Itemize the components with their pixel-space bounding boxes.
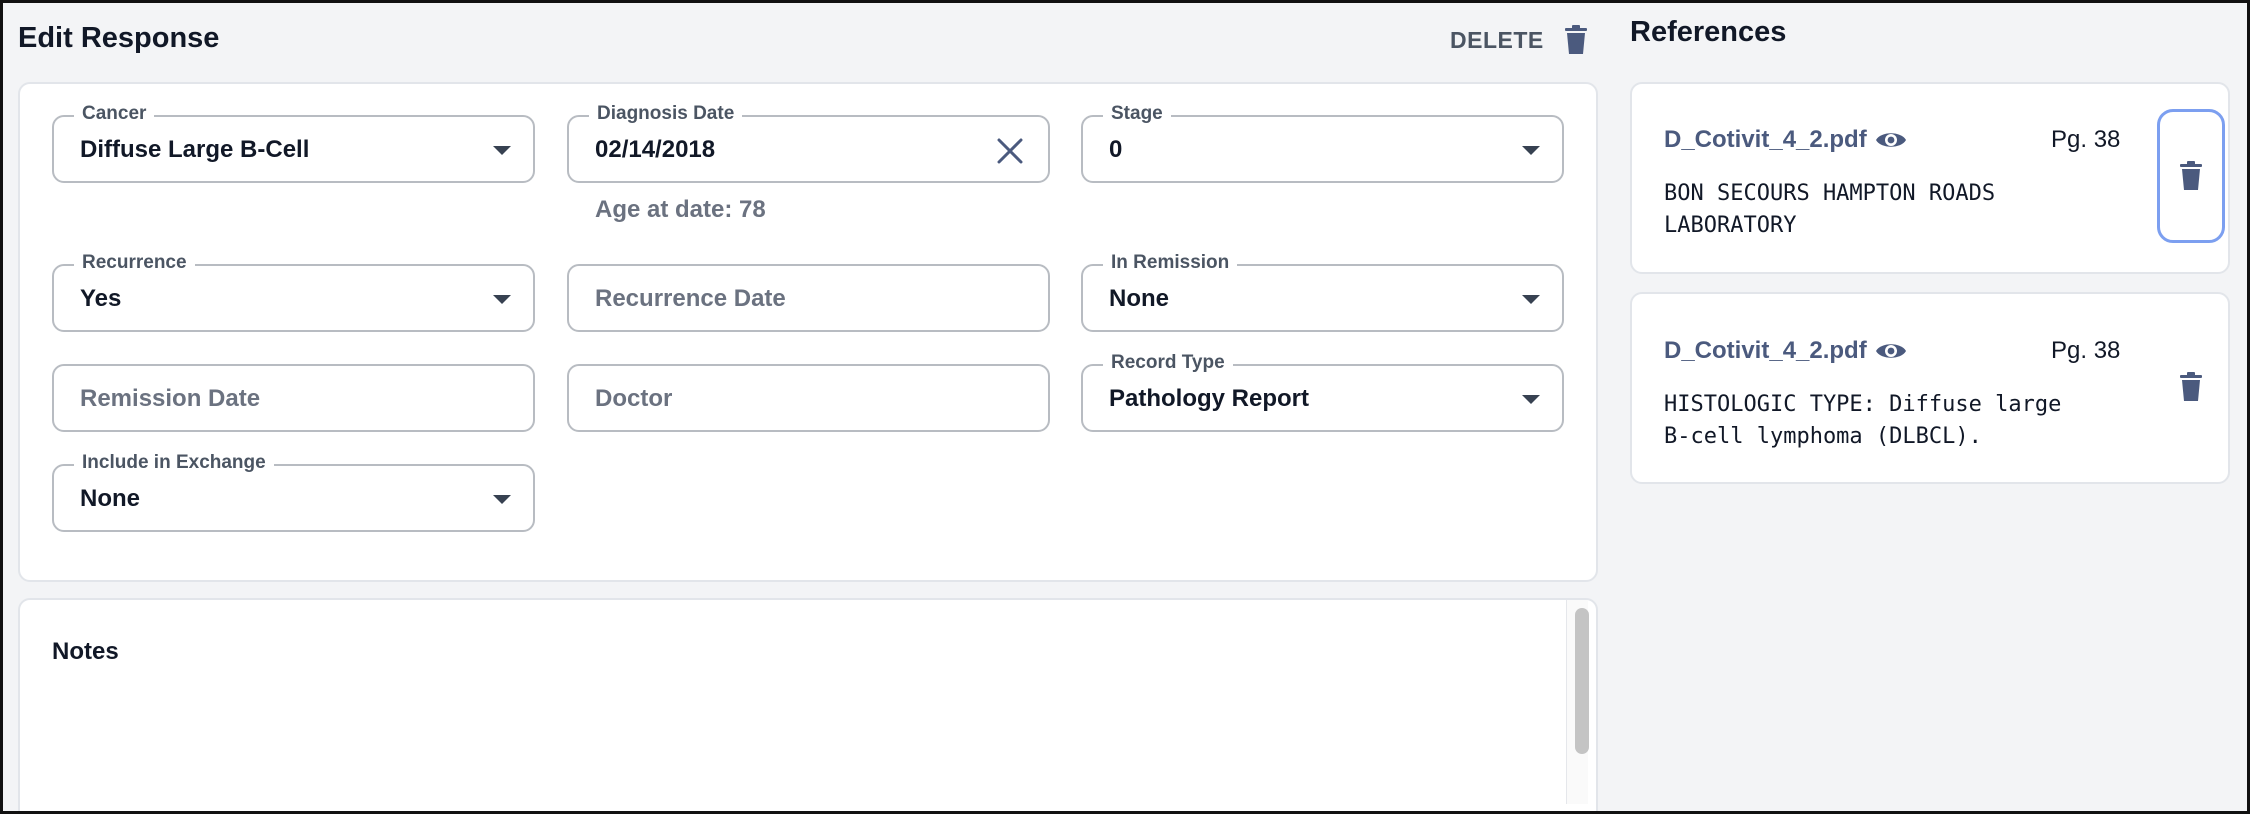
include-in-exchange-select[interactable]: Include in Exchange None	[52, 452, 535, 532]
remove-reference-button[interactable]	[2157, 320, 2225, 454]
include-in-exchange-label: Include in Exchange	[74, 452, 274, 474]
caret-down-icon	[1522, 295, 1540, 304]
reference-file-link[interactable]: D_Cotivit_4_2.pdf	[1664, 337, 1907, 365]
doctor-input[interactable]: Doctor	[567, 364, 1050, 432]
notes-scrollbar-thumb[interactable]	[1575, 608, 1589, 754]
reference-file-name[interactable]: D_Cotivit_4_2.pdf	[1664, 337, 1867, 365]
delete-label: DELETE	[1450, 26, 1544, 53]
reference-excerpt: HISTOLOGIC TYPE: Diffuse large B-cell ly…	[1664, 389, 2104, 453]
caret-down-icon	[493, 295, 511, 304]
doctor-placeholder: Doctor	[595, 385, 673, 412]
cancer-label: Cancer	[74, 103, 155, 125]
record-type-label: Record Type	[1103, 352, 1233, 374]
record-type-value: Pathology Report	[1109, 385, 1310, 412]
diagnosis-date-value: 02/14/2018	[595, 136, 716, 163]
trash-icon	[1564, 25, 1587, 54]
in-remission-label: In Remission	[1103, 252, 1238, 274]
edit-response-title: Edit Response	[18, 22, 220, 54]
reference-excerpt-line: BON SECOURS HAMPTON ROADS	[1664, 181, 1996, 206]
reference-excerpt-line: HISTOLOGIC TYPE: Diffuse large	[1664, 392, 2062, 417]
reference-file-name[interactable]: D_Cotivit_4_2.pdf	[1664, 126, 1867, 154]
remission-date-placeholder: Remission Date	[80, 385, 261, 412]
diagnosis-date-label: Diagnosis Date	[589, 103, 743, 125]
remove-reference-button[interactable]	[2157, 109, 2225, 243]
references-title: References	[1630, 16, 1787, 48]
notes-title: Notes	[52, 638, 119, 665]
reference-excerpt-line: B-cell lymphoma (DLBCL).	[1664, 424, 1982, 449]
delete-button[interactable]: DELETE	[1450, 22, 1588, 58]
reference-page: Pg. 38	[2051, 337, 2121, 364]
recurrence-date-input[interactable]: Recurrence Date	[567, 264, 1050, 332]
recurrence-label: Recurrence	[74, 252, 195, 274]
notes-card[interactable]	[18, 598, 1598, 814]
reference-excerpt-line: LABORATORY	[1664, 213, 1797, 238]
reference-file-link[interactable]: D_Cotivit_4_2.pdf	[1664, 126, 1907, 154]
caret-down-icon	[1522, 146, 1540, 155]
close-icon[interactable]	[996, 137, 1024, 165]
caret-down-icon	[493, 495, 511, 504]
include-in-exchange-value: None	[80, 485, 140, 512]
trash-icon	[2180, 372, 2202, 401]
reference-card	[1630, 292, 2230, 484]
cancer-select[interactable]: Cancer Diffuse Large B-Cell	[52, 103, 535, 183]
eye-icon[interactable]	[1875, 129, 1907, 151]
reference-page: Pg. 38	[2051, 126, 2121, 153]
in-remission-value: None	[1109, 285, 1169, 312]
cancer-value: Diffuse Large B-Cell	[80, 136, 310, 163]
recurrence-value: Yes	[80, 285, 122, 312]
recurrence-date-placeholder: Recurrence Date	[595, 285, 786, 312]
in-remission-select[interactable]: In Remission None	[1081, 252, 1564, 332]
caret-down-icon	[493, 146, 511, 155]
recurrence-select[interactable]: Recurrence Yes	[52, 252, 535, 332]
stage-select[interactable]: Stage 0	[1081, 103, 1564, 183]
age-at-date: Age at date: 78	[595, 196, 766, 223]
record-type-select[interactable]: Record Type Pathology Report	[1081, 352, 1564, 432]
reference-excerpt: BON SECOURS HAMPTON ROADS LABORATORY	[1664, 178, 2104, 242]
caret-down-icon	[1522, 395, 1540, 404]
remission-date-input[interactable]: Remission Date	[52, 364, 535, 432]
trash-icon	[2180, 161, 2202, 190]
stage-label: Stage	[1103, 103, 1171, 125]
stage-value: 0	[1109, 136, 1123, 163]
diagnosis-date-input[interactable]: Diagnosis Date 02/14/2018	[567, 103, 1050, 183]
eye-icon[interactable]	[1875, 340, 1907, 362]
